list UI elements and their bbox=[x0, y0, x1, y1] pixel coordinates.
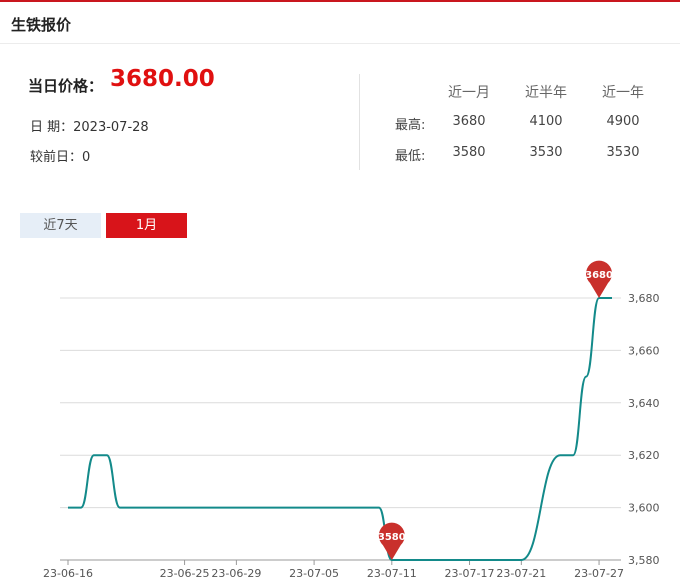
panel-title: 生铁报价 bbox=[11, 16, 72, 34]
annotation-label: 3580 bbox=[378, 532, 406, 543]
stats-col-year: 近一年 bbox=[602, 85, 644, 101]
stats-high-year: 4900 bbox=[606, 114, 640, 129]
y-tick-label: 3,640 bbox=[628, 397, 660, 410]
stats-low-halfyear: 3530 bbox=[529, 145, 563, 160]
change-row: 较前日：0 bbox=[30, 146, 90, 165]
price-label: 当日价格： bbox=[28, 77, 104, 95]
annotation-label: 3680 bbox=[585, 270, 613, 281]
stats-col-halfyear: 近半年 bbox=[525, 85, 567, 101]
y-tick-label: 3,680 bbox=[628, 292, 660, 305]
x-tick-label: 23-07-11 bbox=[367, 567, 417, 579]
date-row: 日 期：2023-07-28 bbox=[30, 116, 149, 135]
stats-row-low-label: 最低: bbox=[395, 149, 426, 164]
panel-header: 生铁报价 bbox=[0, 2, 680, 44]
x-tick-label: 23-06-29 bbox=[211, 567, 261, 579]
x-tick-label: 23-07-27 bbox=[574, 567, 624, 579]
x-tick-label: 23-06-16 bbox=[43, 567, 93, 579]
date-label: 日 期： bbox=[30, 120, 74, 135]
date-value: 2023-07-28 bbox=[73, 120, 149, 135]
x-tick-label: 23-07-17 bbox=[445, 567, 495, 579]
tab-7days[interactable]: 近7天 bbox=[20, 213, 101, 238]
stats-row-high-label: 最高: bbox=[395, 118, 426, 133]
y-tick-label: 3,660 bbox=[628, 344, 660, 357]
stats-high-halfyear: 4100 bbox=[529, 114, 563, 129]
change-label: 较前日： bbox=[30, 150, 83, 165]
tab-1month[interactable]: 1月 bbox=[106, 213, 187, 238]
stats-col-month: 近一月 bbox=[448, 85, 490, 101]
change-value: 0 bbox=[82, 150, 91, 165]
y-tick-label: 3,600 bbox=[628, 502, 660, 515]
y-tick-label: 3,580 bbox=[628, 554, 660, 567]
price-line-chart: 3,580 3,600 3,620 3,640 3,660 3,680 23-06-16 23… bbox=[43, 260, 660, 579]
x-tick-label: 23-06-25 bbox=[160, 567, 210, 579]
divider bbox=[359, 74, 360, 170]
stats-low-year: 3530 bbox=[606, 145, 640, 160]
series-line bbox=[68, 297, 612, 561]
price-value: 3680.00 bbox=[110, 66, 215, 92]
x-tick-label: 23-07-21 bbox=[496, 567, 546, 579]
stats-low-month: 3580 bbox=[452, 145, 486, 160]
x-tick-label: 23-07-05 bbox=[289, 567, 339, 579]
y-tick-label: 3,620 bbox=[628, 449, 660, 462]
stats-high-month: 3680 bbox=[452, 114, 486, 129]
